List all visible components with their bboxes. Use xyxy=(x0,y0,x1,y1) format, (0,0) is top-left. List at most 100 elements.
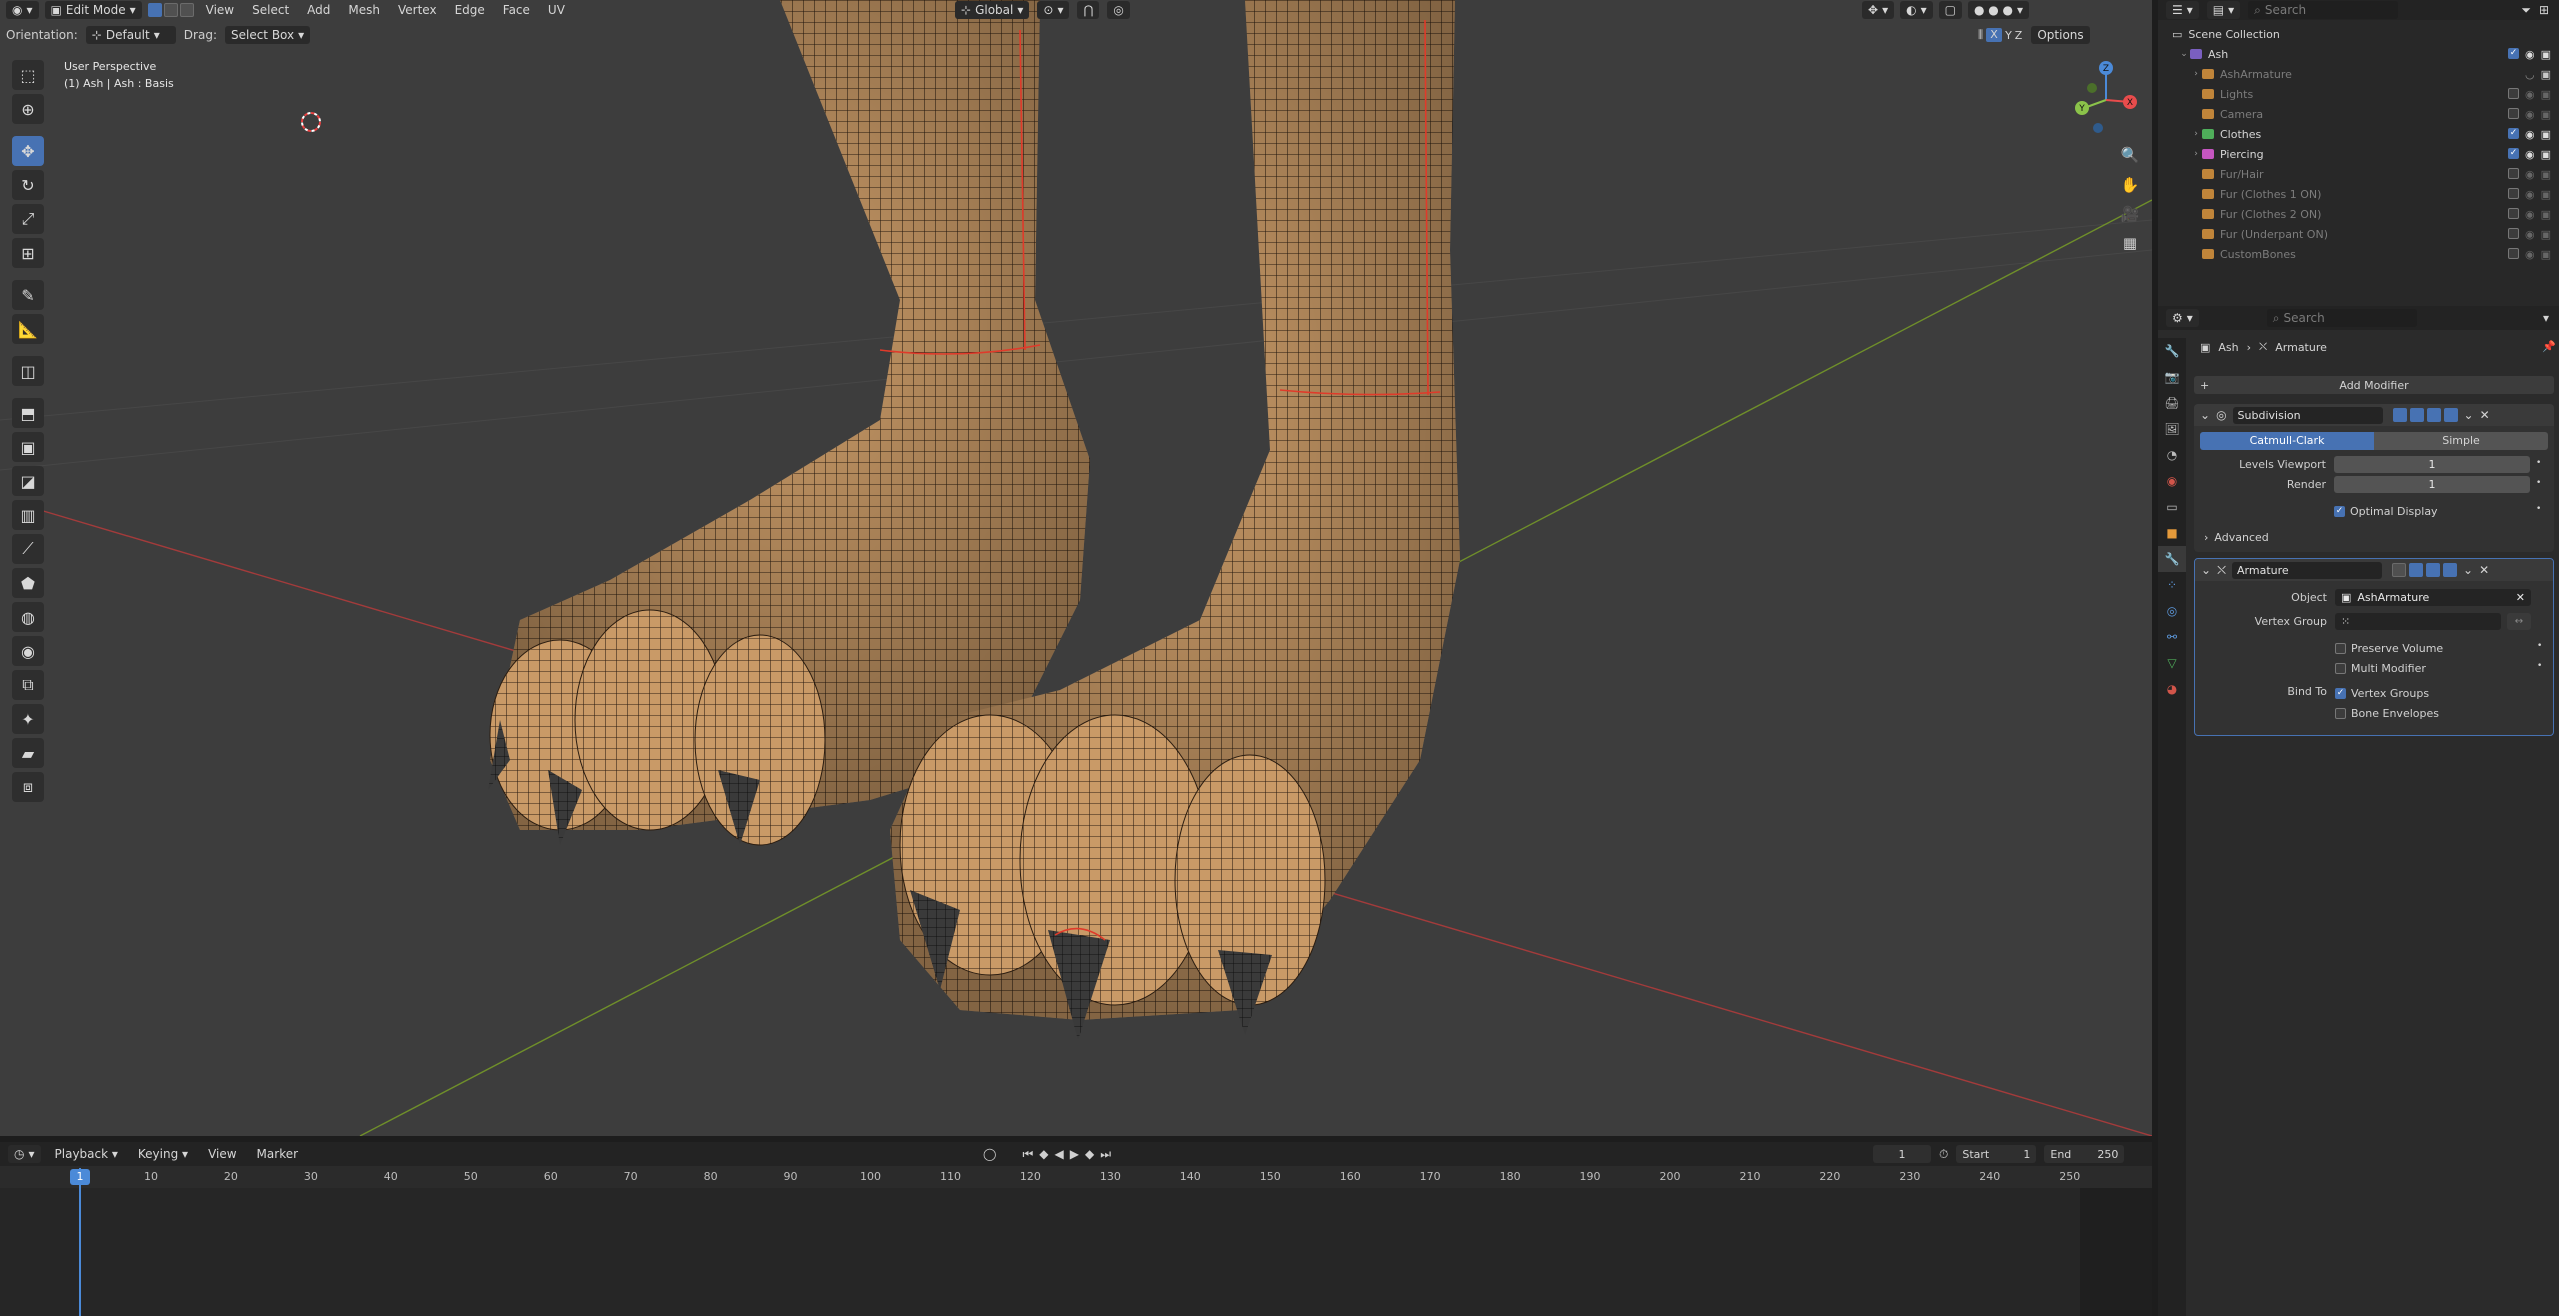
outliner-item[interactable]: Fur (Clothes 1 ON) ◉ ▣ xyxy=(2158,184,2559,204)
camera-view-button[interactable]: 🎥 xyxy=(2116,201,2144,227)
pan-button[interactable]: ✋ xyxy=(2116,172,2144,198)
outliner-item[interactable]: Camera ◉ ▣ xyxy=(2158,104,2559,124)
dropdown-icon[interactable]: ⌄ xyxy=(2463,563,2473,577)
eye-icon[interactable]: ◉ xyxy=(2525,228,2535,241)
render-camera-icon[interactable]: ▣ xyxy=(2541,88,2551,101)
exclude-checkbox[interactable]: ✓ xyxy=(2507,47,2519,59)
new-collection-icon[interactable]: ⊞ xyxy=(2539,3,2549,18)
measure-tool[interactable]: 📐 xyxy=(12,314,44,344)
dropdown-icon[interactable]: ⌄ xyxy=(2464,408,2474,422)
outliner-item[interactable]: Fur (Clothes 2 ON) ◉ ▣ xyxy=(2158,204,2559,224)
properties-search[interactable]: ⌕ Search xyxy=(2266,309,2417,327)
next-keyframe-icon[interactable]: ◆ xyxy=(1085,1147,1094,1161)
timeline-editor-type[interactable]: ◷ ▾ xyxy=(8,1145,41,1163)
close-icon[interactable]: ✕ xyxy=(2480,408,2490,422)
extrude-tool[interactable]: ⬒ xyxy=(12,398,44,428)
gizmo-toggle[interactable]: ✥ ▾ xyxy=(1862,1,1895,19)
tab-material[interactable]: ◕ xyxy=(2158,676,2186,702)
inset-tool[interactable]: ▣ xyxy=(12,432,44,462)
render-camera-icon[interactable]: ▣ xyxy=(2541,48,2551,61)
edit-mode-toggle-icon[interactable] xyxy=(2409,408,2424,422)
armature-name-field[interactable]: Armature xyxy=(2232,561,2383,579)
clear-icon[interactable]: ✕ xyxy=(2516,591,2525,604)
simple-tab[interactable]: Simple xyxy=(2374,432,2548,450)
render-camera-icon[interactable]: ▣ xyxy=(2541,188,2551,201)
tab-output[interactable]: 🖨 xyxy=(2158,390,2186,416)
menu-select[interactable]: Select xyxy=(246,3,295,17)
eye-icon[interactable]: ◉ xyxy=(2525,168,2535,181)
menu-vertex[interactable]: Vertex xyxy=(392,3,443,17)
tab-view-layer[interactable]: 🖼 xyxy=(2158,416,2186,442)
exclude-checkbox[interactable] xyxy=(2507,247,2519,259)
menu-view[interactable]: View xyxy=(200,3,240,17)
jump-end-icon[interactable]: ⏭ xyxy=(1100,1147,1111,1162)
preserve-volume-checkbox[interactable] xyxy=(2335,642,2346,654)
menu-edge[interactable]: Edge xyxy=(449,3,491,17)
scale-tool[interactable]: ⤢ xyxy=(12,204,44,234)
tab-render[interactable]: 📷 xyxy=(2158,364,2186,390)
add-cube-tool[interactable]: ◫ xyxy=(12,356,44,386)
smooth-tool[interactable]: ◉ xyxy=(12,636,44,666)
invert-vertex-group-button[interactable]: ↔ xyxy=(2507,613,2531,630)
axis-y-toggle[interactable]: Y xyxy=(2005,29,2012,42)
render-camera-icon[interactable]: ▣ xyxy=(2541,108,2551,121)
editor-type-button[interactable]: ◉ ▾ xyxy=(6,1,39,19)
current-frame-field[interactable]: 1 xyxy=(1873,1145,1931,1163)
chevron-right-icon[interactable]: › xyxy=(2190,129,2202,139)
eye-icon[interactable]: ◉ xyxy=(2525,88,2535,101)
exclude-checkbox[interactable] xyxy=(2507,187,2519,199)
snap-toggle[interactable]: ⋂ xyxy=(1077,1,1100,19)
shrink-fatten-tool[interactable]: ✦ xyxy=(12,704,44,734)
vertex-select-icon[interactable] xyxy=(147,3,162,17)
add-modifier-button[interactable]: + Add Modifier xyxy=(2194,376,2554,394)
eye-icon[interactable]: ◡ xyxy=(2525,68,2535,81)
eye-icon[interactable]: ◉ xyxy=(2525,248,2535,261)
filter-icon[interactable]: ⏷ xyxy=(2521,3,2531,18)
collapse-chevron-icon[interactable]: ⌄ xyxy=(2200,408,2210,422)
zoom-button[interactable]: 🔍 xyxy=(2116,142,2144,168)
tab-particles[interactable]: ⁘ xyxy=(2158,572,2186,598)
orientation-dropdown[interactable]: ⊹ Default ▾ xyxy=(85,26,176,44)
jump-start-icon[interactable]: ⏮ xyxy=(1022,1147,1033,1162)
object-field[interactable]: ▣ AshArmature ✕ xyxy=(2335,589,2531,606)
eye-icon[interactable]: ◉ xyxy=(2525,208,2535,221)
eye-icon[interactable]: ◉ xyxy=(2525,128,2535,141)
axis-x-toggle[interactable]: X xyxy=(1986,28,2003,42)
tab-data[interactable]: ▽ xyxy=(2158,650,2186,676)
outliner-search[interactable]: ⌕ Search xyxy=(2248,1,2399,19)
exclude-checkbox[interactable] xyxy=(2507,87,2519,99)
viewport-toggle-icon[interactable] xyxy=(2426,408,2441,422)
menu-add[interactable]: Add xyxy=(301,3,336,17)
preserve-volume-row[interactable]: Preserve Volume xyxy=(2335,639,2443,657)
properties-editor[interactable]: ⚙ ▾ ⌕ Search ▾ 🔧 📷 🖨 🖼 ◔ ◉ ▭ ■ 🔧 ⁘ ◎ ⚯ ▽ … xyxy=(2158,306,2559,1316)
subdivision-name-field[interactable]: Subdivision xyxy=(2232,406,2383,424)
tab-scene[interactable]: ◔ xyxy=(2158,442,2186,468)
edge-slide-tool[interactable]: ⧉ xyxy=(12,670,44,700)
rotate-tool[interactable]: ↻ xyxy=(12,170,44,200)
outliner-item[interactable]: Fur/Hair ◉ ▣ xyxy=(2158,164,2559,184)
keyframe-dot-icon[interactable]: • xyxy=(2536,504,2541,514)
tab-object[interactable]: ■ xyxy=(2158,520,2186,546)
viewport-toggle-icon[interactable] xyxy=(2426,563,2441,577)
auto-keying-icon[interactable]: ◯ xyxy=(983,1147,996,1161)
outliner-item[interactable]: › Piercing ✓ ◉ ▣ xyxy=(2158,144,2559,164)
bevel-tool[interactable]: ◪ xyxy=(12,466,44,496)
chevron-right-icon[interactable]: › xyxy=(2190,69,2202,79)
render-camera-icon[interactable]: ▣ xyxy=(2541,148,2551,161)
bone-envelopes-row[interactable]: Bone Envelopes xyxy=(2335,704,2439,722)
xray-toggle[interactable]: ▢ xyxy=(1938,1,1962,19)
move-tool[interactable]: ✥ xyxy=(12,136,44,166)
eye-icon[interactable]: ◉ xyxy=(2525,48,2535,61)
outliner-item[interactable]: Fur (Underpant ON) ◉ ▣ xyxy=(2158,224,2559,244)
eye-icon[interactable]: ◉ xyxy=(2525,188,2535,201)
play-reverse-icon[interactable]: ◀ xyxy=(1054,1147,1063,1161)
breadcrumb-object[interactable]: Ash xyxy=(2218,341,2238,354)
edge-select-icon[interactable] xyxy=(163,3,178,17)
header-dropdown-icon[interactable]: ▾ xyxy=(2543,311,2549,325)
loop-cut-tool[interactable]: ▥ xyxy=(12,500,44,530)
keyframe-dot-icon[interactable]: • xyxy=(2536,458,2541,468)
exclude-checkbox[interactable]: ✓ xyxy=(2507,127,2519,139)
pin-icon[interactable]: 📌 xyxy=(2542,340,2556,353)
playhead[interactable] xyxy=(79,1168,81,1316)
prev-keyframe-icon[interactable]: ◆ xyxy=(1039,1147,1048,1161)
